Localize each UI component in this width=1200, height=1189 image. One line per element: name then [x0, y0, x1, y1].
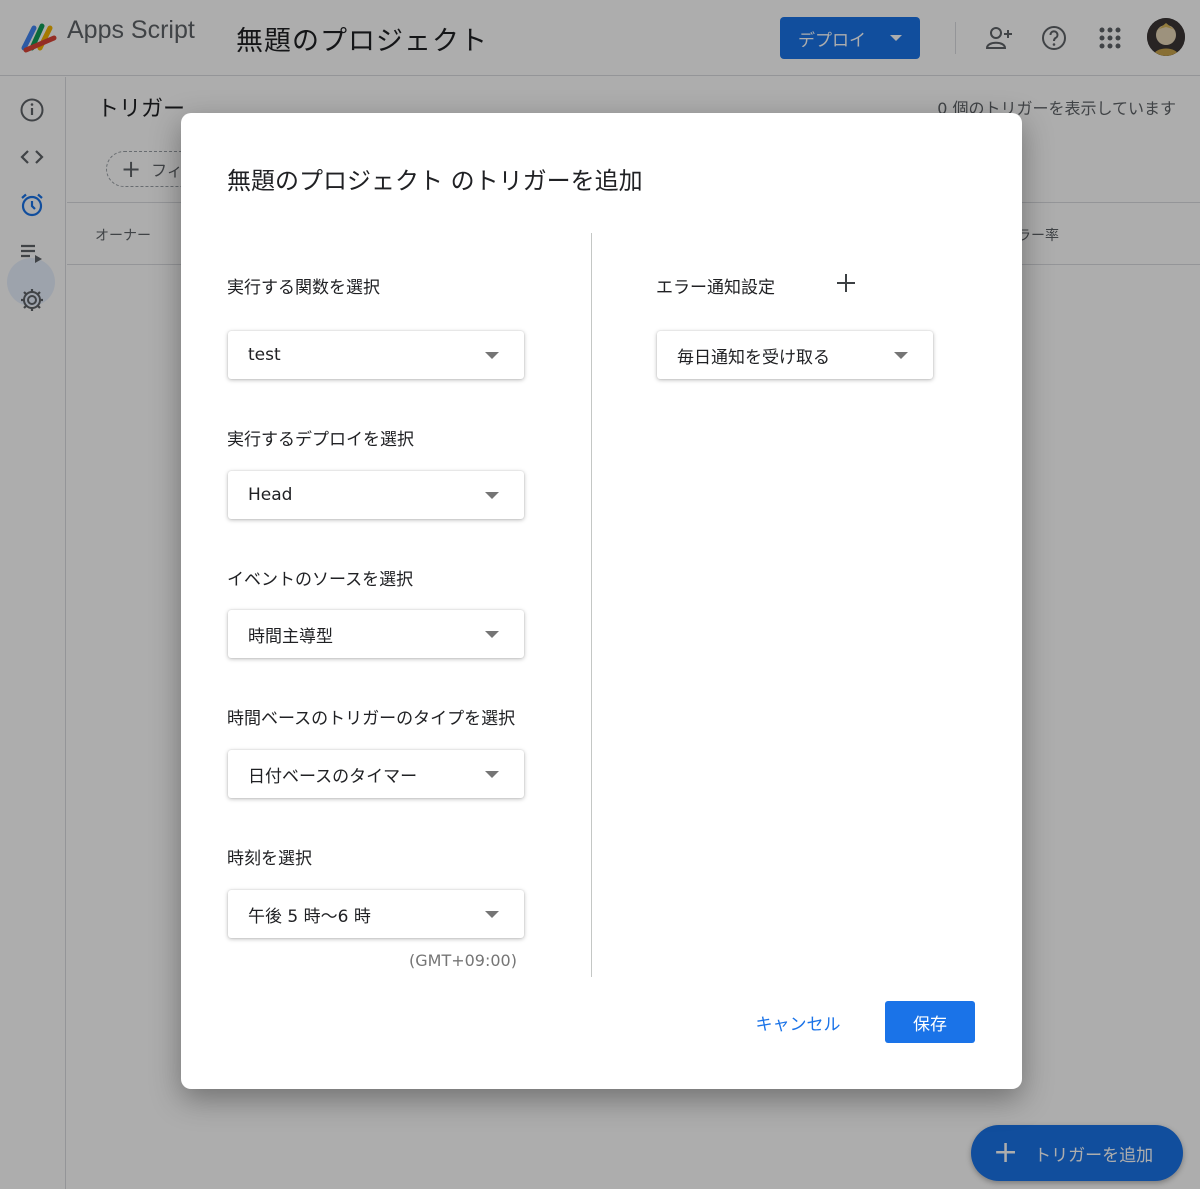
- time-of-day-select[interactable]: 午後 5 時～6 時: [228, 890, 524, 938]
- save-button[interactable]: 保存: [885, 1001, 975, 1043]
- error-notification-label: エラー通知設定: [656, 278, 775, 298]
- timezone-note: (GMT+09:00): [409, 951, 517, 970]
- error-notification-value: 毎日通知を受け取る: [677, 347, 830, 368]
- time-of-day-value: 午後 5 時～6 時: [248, 906, 371, 927]
- dropdown-arrow-icon: [485, 492, 499, 499]
- timer-type-label: 時間ベースのトリガーのタイプを選択: [227, 709, 516, 729]
- deployment-select-label: 実行するデプロイを選択: [227, 430, 414, 450]
- dialog-title: 無題のプロジェクト のトリガーを追加: [227, 167, 643, 195]
- event-source-value: 時間主導型: [248, 626, 333, 647]
- function-select[interactable]: test: [228, 331, 524, 379]
- column-divider: [591, 233, 592, 977]
- deployment-select[interactable]: Head: [228, 471, 524, 519]
- time-of-day-label: 時刻を選択: [227, 849, 312, 869]
- deployment-select-value: Head: [248, 485, 293, 505]
- dropdown-arrow-icon: [485, 911, 499, 918]
- error-notification-select[interactable]: 毎日通知を受け取る: [657, 331, 933, 379]
- dropdown-arrow-icon: [485, 631, 499, 638]
- dropdown-arrow-icon: [485, 352, 499, 359]
- add-notification-plus-icon[interactable]: [832, 269, 860, 297]
- dropdown-arrow-icon: [894, 352, 908, 359]
- add-trigger-dialog: 無題のプロジェクト のトリガーを追加 実行する関数を選択 test 実行するデプ…: [181, 113, 1022, 1089]
- event-source-select[interactable]: 時間主導型: [228, 610, 524, 658]
- dropdown-arrow-icon: [485, 771, 499, 778]
- function-select-label: 実行する関数を選択: [227, 278, 380, 298]
- cancel-button[interactable]: キャンセル: [747, 1001, 849, 1043]
- event-source-label: イベントのソースを選択: [227, 570, 414, 590]
- timer-type-select[interactable]: 日付ベースのタイマー: [228, 750, 524, 798]
- timer-type-value: 日付ベースのタイマー: [248, 766, 418, 787]
- function-select-value: test: [248, 345, 281, 365]
